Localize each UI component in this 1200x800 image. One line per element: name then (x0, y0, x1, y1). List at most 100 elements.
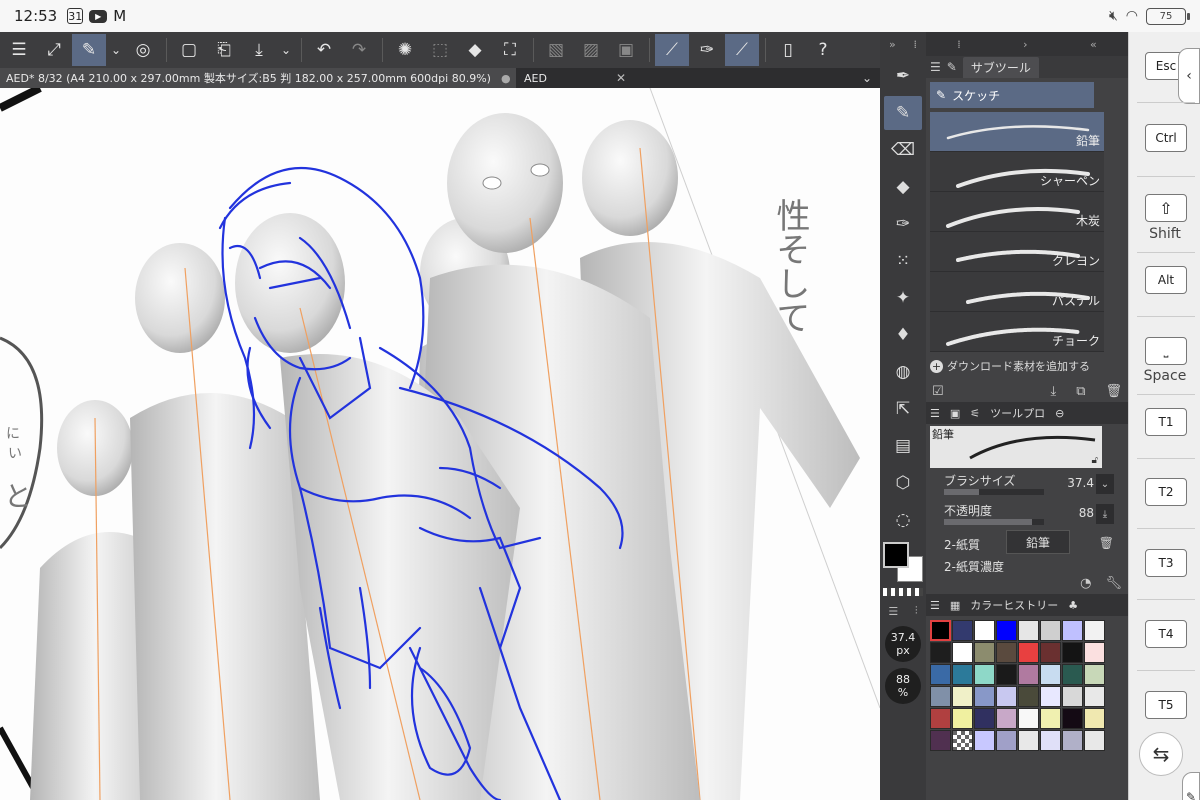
import-icon[interactable]: ⤓ (1050, 384, 1056, 399)
menu-icon[interactable]: ☰ (930, 60, 941, 74)
brush-item[interactable]: チョーク (930, 312, 1104, 352)
color-history-swatch[interactable] (930, 730, 951, 751)
color-history-swatch[interactable] (1062, 664, 1083, 685)
blend-tool-icon[interactable]: ♦ (884, 318, 922, 352)
settings-checkbox-icon[interactable]: ☑ (932, 384, 944, 399)
color-history-swatch[interactable] (996, 686, 1017, 707)
color-history-swatch[interactable] (1018, 620, 1039, 641)
color-swatches[interactable] (880, 540, 926, 588)
paper-texture-button[interactable]: 鉛筆 (1006, 530, 1070, 554)
color-history-swatch[interactable] (1084, 620, 1105, 641)
color-history-swatch[interactable] (1018, 730, 1039, 751)
transform-icon[interactable]: ⛶ (493, 34, 527, 66)
color-history-swatch[interactable] (1084, 642, 1105, 663)
brush-item[interactable]: クレヨン (930, 232, 1104, 272)
subtool-group-sketch[interactable]: ✎ スケッチ (930, 82, 1094, 108)
menu-icon[interactable]: ☰ (2, 34, 36, 66)
ctrl-key[interactable]: Ctrl (1145, 124, 1187, 152)
loading-icon[interactable]: ✺ (388, 34, 422, 66)
color-history-swatch[interactable] (952, 664, 973, 685)
lasso-tool-icon[interactable]: ◌ (884, 503, 922, 537)
color-history-swatch[interactable] (996, 708, 1017, 729)
selection-icon[interactable]: ⬚ (423, 34, 457, 66)
swap-screen-icon[interactable]: ⇆ (1139, 732, 1183, 776)
color-history-swatch[interactable] (1018, 686, 1039, 707)
fill-icon[interactable]: ◆ (458, 34, 492, 66)
color-history-swatch[interactable] (1062, 620, 1083, 641)
space-key[interactable]: ⎵ (1145, 337, 1187, 365)
figure-ruler-tool-icon[interactable]: ◍ (884, 355, 922, 389)
color-history-swatch[interactable] (1018, 664, 1039, 685)
t1-key[interactable]: T1 (1145, 408, 1187, 436)
color-history-swatch[interactable] (930, 664, 951, 685)
main-color-swatch[interactable] (883, 542, 909, 568)
color-history-swatch[interactable] (930, 620, 951, 641)
pen-tool-icon[interactable]: ✒ (884, 59, 922, 93)
brush-size-indicator[interactable]: 37.4 px (885, 626, 921, 662)
menu-icon[interactable]: ☰ (930, 407, 940, 420)
close-tab-icon[interactable]: ✕ (616, 71, 626, 85)
airbrush-tool-icon[interactable]: ⁙ (884, 244, 922, 278)
ruler-snap-icon[interactable]: ⟋ (655, 34, 689, 66)
subtool-tab[interactable]: サブツール (962, 56, 1039, 78)
brush-size-row[interactable]: ブラシサイズ 37.4 ⌄ (926, 470, 1128, 500)
color-history-swatch[interactable] (1040, 708, 1061, 729)
select-all-icon[interactable]: ▣ (609, 34, 643, 66)
new-canvas-icon[interactable]: ▢ (172, 34, 206, 66)
t5-key[interactable]: T5 (1145, 691, 1187, 719)
color-history-swatch[interactable] (1040, 664, 1061, 685)
3d-object-tool-icon[interactable]: ⬡ (884, 466, 922, 500)
color-history-swatch[interactable] (1018, 642, 1039, 663)
tab-aed[interactable]: AED ✕ (516, 71, 626, 85)
duplicate-icon[interactable]: ⧉ (1076, 384, 1085, 399)
color-history-swatch[interactable] (1084, 664, 1105, 685)
t2-key[interactable]: T2 (1145, 478, 1187, 506)
color-history-swatch[interactable] (1040, 642, 1061, 663)
delete-icon[interactable]: 🗑︎ (1099, 536, 1114, 550)
shift-key[interactable]: ⇧ (1145, 194, 1187, 222)
color-history-swatch[interactable] (952, 620, 973, 641)
color-history-swatch[interactable] (996, 642, 1017, 663)
color-history-swatch[interactable] (1084, 708, 1105, 729)
tabs-chevron-icon[interactable]: ⌄ (862, 71, 872, 85)
color-history-swatch[interactable] (1040, 730, 1061, 751)
delete-icon[interactable]: 🗑︎ (1105, 384, 1122, 399)
companion-icon[interactable]: ◎ (126, 34, 160, 66)
color-history-title[interactable]: カラーヒストリー (970, 597, 1058, 613)
color-history-swatch[interactable] (930, 708, 951, 729)
color-history-swatch[interactable] (974, 686, 995, 707)
pencil-tool-icon[interactable]: ✎ (884, 96, 922, 130)
slider-icon[interactable]: ⫶ (915, 604, 918, 618)
brush-item[interactable]: 鉛筆 (930, 112, 1104, 152)
opacity-field[interactable]: 88 (1079, 506, 1094, 520)
alt-key[interactable]: Alt (1145, 266, 1187, 294)
brush-item[interactable]: 木炭 (930, 192, 1104, 232)
undo-icon[interactable]: ↶ (307, 34, 341, 66)
color-history-swatch[interactable] (1084, 686, 1105, 707)
color-history-swatch[interactable] (952, 730, 973, 751)
opacity-stepper-icon[interactable]: ⤓ (1096, 504, 1114, 524)
color-history-swatch[interactable] (1062, 730, 1083, 751)
wrench-icon[interactable]: 🔧︎ (1105, 576, 1122, 591)
color-history-swatch[interactable] (930, 642, 951, 663)
color-history-swatch[interactable] (974, 708, 995, 729)
brush-size-field[interactable]: 37.4 (1067, 476, 1094, 490)
color-history-swatch[interactable] (996, 620, 1017, 641)
opacity-slider[interactable] (944, 519, 1044, 525)
tool-property-title[interactable]: ツールプロ (990, 405, 1045, 421)
collapse-icon[interactable]: « (1090, 38, 1097, 51)
open-folder-icon[interactable]: ⎗ (207, 34, 241, 66)
brush-item[interactable]: シャーペン (930, 152, 1104, 192)
brush-size-stepper-icon[interactable]: ⌄ (1096, 474, 1114, 494)
color-history-swatch[interactable] (1040, 686, 1061, 707)
expand-icon[interactable]: › (1023, 38, 1027, 51)
add-material-button[interactable]: + ダウンロード素材を追加する (930, 358, 1124, 374)
collapse-icon[interactable]: » (889, 38, 896, 51)
color-history-swatch[interactable] (1062, 642, 1083, 663)
color-history-swatch[interactable] (952, 642, 973, 663)
color-history-swatch[interactable] (952, 686, 973, 707)
save-dropdown-icon[interactable]: ⌄ (277, 34, 295, 66)
clear-selection-icon[interactable]: ▨ (574, 34, 608, 66)
color-history-swatch[interactable] (1084, 730, 1105, 751)
brush-icon[interactable]: ✑ (690, 34, 724, 66)
